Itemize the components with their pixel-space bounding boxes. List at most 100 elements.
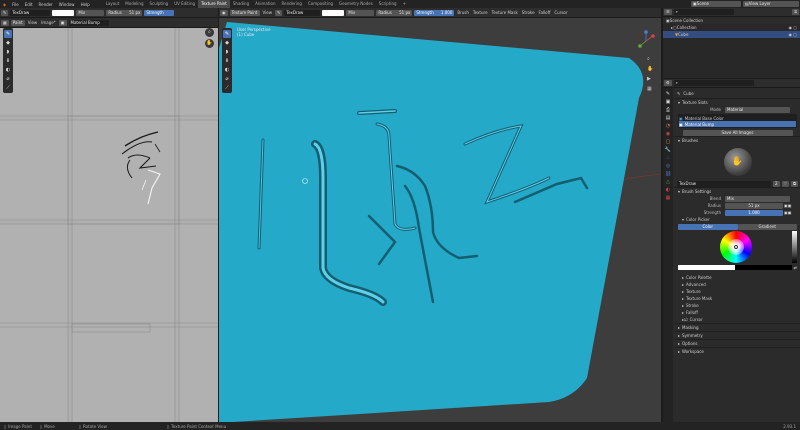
brush-preview-icon[interactable]: ✋ — [723, 148, 752, 176]
tab-texture-paint[interactable]: Texture Paint — [198, 0, 230, 8]
tab-animation[interactable]: Animation — [252, 0, 278, 8]
viewport-color-swatch[interactable] — [322, 9, 345, 16]
outliner-row-scene-collection[interactable]: ▣ Scene Collection — [663, 17, 800, 24]
viewport-brush-selector[interactable]: TexDraw — [284, 9, 321, 16]
brush-selector[interactable]: TexDraw — [10, 9, 51, 16]
cube-visibility-icon[interactable]: ◉ ▢ — [788, 32, 800, 37]
tab-uv-editing[interactable]: UV Editing — [171, 0, 198, 8]
draw-tool-icon[interactable]: ✎ — [4, 29, 12, 38]
render-tab-icon[interactable]: ▣ — [664, 98, 672, 106]
brush-settings-panel-header[interactable]: ▾ Brush Settings — [674, 187, 800, 195]
subpanel-cursor[interactable]: ▸ ☑ Cursor — [674, 316, 800, 323]
constraints-tab-icon[interactable]: ⛓ — [664, 170, 672, 178]
subpanel-texture-mask[interactable]: ▸ Texture Mask — [674, 295, 800, 302]
value-slider[interactable] — [792, 231, 797, 263]
save-all-images-button[interactable]: Save All Images — [682, 129, 793, 136]
swap-colors-icon[interactable]: ⇄ — [792, 265, 797, 270]
zoom-view-icon[interactable]: ⌕ — [647, 56, 650, 62]
panel-options[interactable]: ▸ Options — [674, 339, 800, 347]
menu-stroke[interactable]: Stroke — [520, 10, 537, 15]
color-picker-subpanel-header[interactable]: ▾ Color Picker — [674, 216, 800, 223]
menu-render[interactable]: Render — [36, 2, 56, 7]
secondary-color-swatch[interactable] — [734, 264, 792, 270]
scene-selector[interactable]: ▣ Scene — [691, 1, 741, 7]
tab-shading[interactable]: Shading — [230, 0, 252, 8]
menu-window[interactable]: Window — [56, 2, 78, 7]
add-workspace-icon[interactable]: + — [400, 0, 409, 8]
gradient-tab[interactable]: Gradient — [737, 223, 797, 230]
outliner-type-icon[interactable]: ☰ — [664, 9, 672, 15]
mode-select[interactable]: Material — [725, 106, 790, 113]
radius-settings-field[interactable]: 51 px — [725, 202, 783, 209]
tab-layout[interactable]: Layout — [103, 0, 123, 8]
viewport-canvas[interactable]: User Perspective (1) Cube ✎ ◆ ◗ ⬇ ◐ ⌀ ⟋ … — [219, 18, 661, 422]
vp-draw-tool-icon[interactable]: ✎ — [223, 29, 231, 38]
subpanel-advanced[interactable]: ▸ Advanced — [674, 281, 800, 288]
tab-sculpting[interactable]: Sculpting — [147, 0, 172, 8]
object-tab-icon[interactable]: ▢ — [664, 138, 672, 146]
pan-view-icon[interactable]: ✋ — [647, 66, 653, 72]
menu-help[interactable]: Help — [78, 2, 93, 7]
blend-select[interactable]: Mix — [725, 195, 790, 202]
tab-rendering[interactable]: Rendering — [279, 0, 305, 8]
panel-workspace[interactable]: ▸ Workspace — [674, 347, 800, 355]
color-swatch[interactable] — [52, 9, 75, 16]
subpanel-stroke[interactable]: ▸ Stroke — [674, 302, 800, 309]
strength-pressure-icon[interactable]: ▣▣ — [784, 210, 792, 215]
zoom-icon[interactable]: ⌕ — [205, 28, 214, 37]
pan-icon[interactable]: ✋ — [205, 39, 214, 48]
vp-soften-tool-icon[interactable]: ◆ — [223, 39, 231, 47]
duplicate-brush-icon[interactable]: ⧉ — [791, 180, 798, 187]
view-layer-tab-icon[interactable]: ▤ — [664, 114, 672, 122]
image-name-field[interactable]: Material Bump — [68, 19, 109, 26]
outliner-search[interactable]: ⌕ — [673, 9, 734, 15]
subpanel-color-palette[interactable]: ▸ Color Palette — [674, 274, 800, 281]
tab-modeling[interactable]: Modeling — [122, 0, 146, 8]
scene-tab-icon[interactable]: ◔ — [664, 122, 672, 130]
menu-edit[interactable]: Edit — [22, 2, 36, 7]
color-tab[interactable]: Color — [678, 223, 738, 230]
menu-file[interactable]: File — [9, 2, 22, 7]
menu-texture-mask[interactable]: Texture Mask — [490, 10, 520, 15]
vp-smear-tool-icon[interactable]: ◗ — [223, 48, 231, 56]
texture-tab-icon[interactable]: ▦ — [664, 194, 672, 202]
viewport-blend-select[interactable]: Mix — [346, 9, 375, 16]
clone-tool-icon[interactable]: ⬇ — [4, 57, 12, 65]
mode-select[interactable]: Texture Paint — [229, 9, 260, 16]
tab-scripting[interactable]: Scripting — [376, 0, 400, 8]
physics-tab-icon[interactable]: ◎ — [664, 162, 672, 170]
world-tab-icon[interactable]: ◉ — [664, 130, 672, 138]
collection-visibility-icon[interactable]: ◉ ▢ — [788, 25, 800, 30]
editor-type-icon[interactable]: ▦ — [1, 19, 9, 26]
outliner-row-cube[interactable]: ▼ Cube ◉ ▢ — [663, 31, 800, 38]
viewport-editor-type-icon[interactable]: ◉ — [220, 9, 228, 16]
properties-search[interactable]: ⌕ — [673, 80, 754, 86]
particles-tab-icon[interactable]: ∴ — [664, 154, 672, 162]
slot-bump[interactable]: ▣ Material Bump — [679, 121, 796, 127]
sample-tool-icon[interactable]: ⟋ — [4, 84, 12, 92]
image-canvas[interactable]: ✎ ◆ ◗ ⬇ ◐ ⌀ ⟋ ⌕ ✋ — [0, 28, 218, 422]
viewport-brush-tool-icon[interactable]: ✎ — [275, 9, 283, 16]
output-tab-icon[interactable]: ⎙ — [664, 106, 672, 114]
panel-symmetry[interactable]: ▸ Symmetry — [674, 331, 800, 339]
menu-texture[interactable]: Texture — [471, 10, 490, 15]
viewport-strength-field[interactable]: Strength 1.000 — [414, 9, 455, 16]
brush-name-field[interactable]: TexDraw — [677, 180, 771, 187]
vp-mask-tool-icon[interactable]: ⌀ — [223, 75, 231, 83]
brush-tool-icon[interactable]: ✎ — [1, 9, 9, 16]
smear-tool-icon[interactable]: ◗ — [4, 48, 12, 56]
brushes-panel-header[interactable]: ▾ Brushes — [674, 136, 800, 144]
mask-tool-icon[interactable]: ⌀ — [4, 75, 12, 83]
subpanel-texture[interactable]: ▸ Texture — [674, 288, 800, 295]
menu-view[interactable]: View — [26, 20, 40, 25]
tab-geometry-nodes[interactable]: Geometry Nodes — [336, 0, 376, 8]
data-tab-icon[interactable]: △ — [664, 178, 672, 186]
image-browse-icon[interactable]: ▣ — [58, 19, 67, 26]
strength-settings-field[interactable]: 1.000 — [725, 209, 783, 216]
viewport-radius-field[interactable]: Radius 51 px — [376, 9, 413, 16]
tool-tab-icon[interactable]: ✎ — [664, 90, 672, 98]
menu-falloff[interactable]: Falloff — [537, 10, 553, 15]
blender-logo-icon[interactable]: ◈ — [0, 2, 9, 7]
subpanel-falloff[interactable]: ▸ Falloff — [674, 309, 800, 316]
menu-brush[interactable]: Brush — [455, 10, 471, 15]
